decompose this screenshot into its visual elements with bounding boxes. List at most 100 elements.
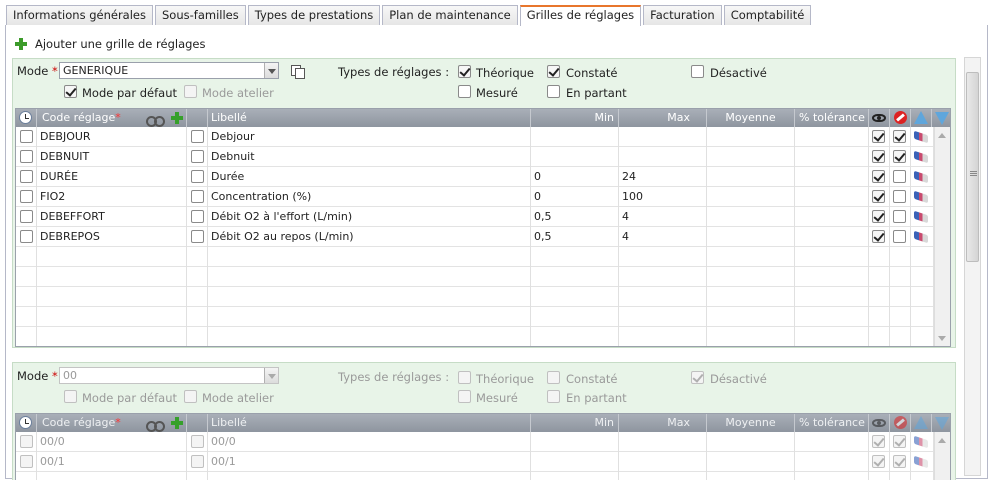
inactive-checkbox[interactable]: [893, 230, 906, 243]
visible-checkbox[interactable]: [872, 210, 885, 223]
row-checkbox[interactable]: [20, 150, 33, 163]
mode-atelier-checkbox[interactable]: [184, 85, 197, 98]
visible-checkbox[interactable]: [872, 130, 885, 143]
inactive-checkbox[interactable]: [893, 435, 906, 448]
desactive-checkbox-2[interactable]: [691, 371, 704, 384]
visible-checkbox[interactable]: [872, 455, 885, 468]
mode-select-2[interactable]: 00: [59, 367, 279, 384]
chevron-down-icon[interactable]: [264, 63, 278, 78]
tab-grilles-de-reglages[interactable]: Grilles de réglages: [519, 5, 642, 26]
edit-brush-icon[interactable]: [914, 190, 928, 204]
header-tolerance[interactable]: % tolérance: [795, 109, 869, 127]
theorique-checkbox-2[interactable]: [458, 371, 471, 384]
row-checkbox[interactable]: [191, 190, 204, 203]
clock-icon[interactable]: [19, 111, 32, 124]
mode-atelier-checkbox-2[interactable]: [184, 390, 197, 403]
visible-checkbox[interactable]: [872, 190, 885, 203]
binoculars-icon[interactable]: [146, 113, 165, 127]
row-checkbox[interactable]: [20, 170, 33, 183]
edit-brush-icon[interactable]: [914, 455, 928, 469]
edit-brush-icon[interactable]: [914, 150, 928, 164]
row-checkbox[interactable]: [20, 210, 33, 223]
table-row[interactable]: DEBJOUR Debjour: [16, 127, 934, 147]
arrow-up-icon[interactable]: [914, 111, 928, 124]
header-max[interactable]: Max: [619, 109, 707, 127]
table-row[interactable]: [16, 247, 934, 267]
tab-comptabilite[interactable]: Comptabilité: [723, 5, 812, 25]
edit-brush-icon[interactable]: [914, 210, 928, 224]
stop-icon[interactable]: [894, 416, 907, 429]
edit-brush-icon[interactable]: [914, 230, 928, 244]
table-row[interactable]: FIO2 Concentration (%) 0 100: [16, 187, 934, 207]
add-grid-link[interactable]: Ajouter une grille de réglages: [15, 37, 206, 51]
constate-checkbox[interactable]: [547, 65, 560, 78]
visible-checkbox[interactable]: [872, 230, 885, 243]
row-checkbox[interactable]: [191, 170, 204, 183]
mesure-checkbox[interactable]: [458, 85, 471, 98]
tab-types-de-prestations[interactable]: Types de prestations: [247, 5, 381, 25]
arrow-down-icon[interactable]: [935, 112, 949, 125]
constate-checkbox-2[interactable]: [547, 371, 560, 384]
row-checkbox[interactable]: [20, 130, 33, 143]
copy-icon[interactable]: [290, 64, 305, 79]
scroll-thumb[interactable]: [966, 72, 979, 262]
desactive-checkbox[interactable]: [691, 65, 704, 78]
edit-brush-icon[interactable]: [914, 130, 928, 144]
row-checkbox[interactable]: [191, 455, 204, 468]
header-code[interactable]: Code réglage*: [37, 109, 187, 127]
arrow-down-icon[interactable]: [935, 417, 949, 430]
mode-defaut-checkbox[interactable]: [64, 85, 77, 98]
tab-informations-generales[interactable]: Informations générales: [6, 5, 153, 25]
inactive-checkbox[interactable]: [893, 455, 906, 468]
inactive-checkbox[interactable]: [893, 150, 906, 163]
header-libelle[interactable]: Libellé: [208, 109, 531, 127]
table-row[interactable]: [16, 327, 934, 346]
row-checkbox[interactable]: [20, 230, 33, 243]
table-row[interactable]: DEBNUIT Debnuit: [16, 147, 934, 167]
tab-facturation[interactable]: Facturation: [643, 5, 722, 25]
header-moyenne[interactable]: Moyenne: [707, 109, 795, 127]
en-partant-checkbox[interactable]: [547, 85, 560, 98]
header-code[interactable]: Code réglage*: [37, 414, 187, 432]
table-row[interactable]: DURÉE Durée 0 24: [16, 167, 934, 187]
table-row[interactable]: [16, 307, 934, 327]
table-row[interactable]: DEBREPOS Débit O2 au repos (L/min) 0,5 4: [16, 227, 934, 247]
mode-defaut-checkbox-2[interactable]: [64, 390, 77, 403]
tab-plan-de-maintenance[interactable]: Plan de maintenance: [382, 5, 518, 25]
row-checkbox[interactable]: [191, 150, 204, 163]
en-partant-checkbox-2[interactable]: [547, 390, 560, 403]
chevron-down-icon[interactable]: [264, 368, 278, 383]
table-row[interactable]: [16, 267, 934, 287]
mode-select[interactable]: GENERIQUE: [59, 62, 279, 79]
header-min[interactable]: Min: [531, 109, 619, 127]
mesure-checkbox-2[interactable]: [458, 390, 471, 403]
theorique-checkbox[interactable]: [458, 65, 471, 78]
header-moyenne[interactable]: Moyenne: [707, 414, 795, 432]
header-max[interactable]: Max: [619, 414, 707, 432]
row-checkbox[interactable]: [20, 455, 33, 468]
binoculars-icon[interactable]: [146, 418, 165, 432]
inactive-checkbox[interactable]: [893, 190, 906, 203]
inactive-checkbox[interactable]: [893, 130, 906, 143]
eye-icon[interactable]: [872, 419, 886, 427]
table-row[interactable]: [16, 472, 934, 480]
header-min[interactable]: Min: [531, 414, 619, 432]
header-libelle[interactable]: Libellé: [208, 414, 531, 432]
table-row[interactable]: 00/1 00/1: [16, 452, 934, 472]
row-checkbox[interactable]: [191, 210, 204, 223]
row-checkbox[interactable]: [191, 435, 204, 448]
row-checkbox[interactable]: [191, 230, 204, 243]
row-checkbox[interactable]: [191, 130, 204, 143]
visible-checkbox[interactable]: [872, 150, 885, 163]
table-row[interactable]: DEBEFFORT Débit O2 à l'effort (L/min) 0,5 4: [16, 207, 934, 227]
clock-icon[interactable]: [19, 416, 32, 429]
edit-brush-icon[interactable]: [914, 170, 928, 184]
inactive-checkbox[interactable]: [893, 210, 906, 223]
header-tolerance[interactable]: % tolérance: [795, 414, 869, 432]
stop-icon[interactable]: [894, 111, 907, 124]
grid-2-scrollbar[interactable]: [934, 432, 950, 480]
row-checkbox[interactable]: [20, 190, 33, 203]
arrow-up-icon[interactable]: [914, 416, 928, 429]
visible-checkbox[interactable]: [872, 170, 885, 183]
inactive-checkbox[interactable]: [893, 170, 906, 183]
